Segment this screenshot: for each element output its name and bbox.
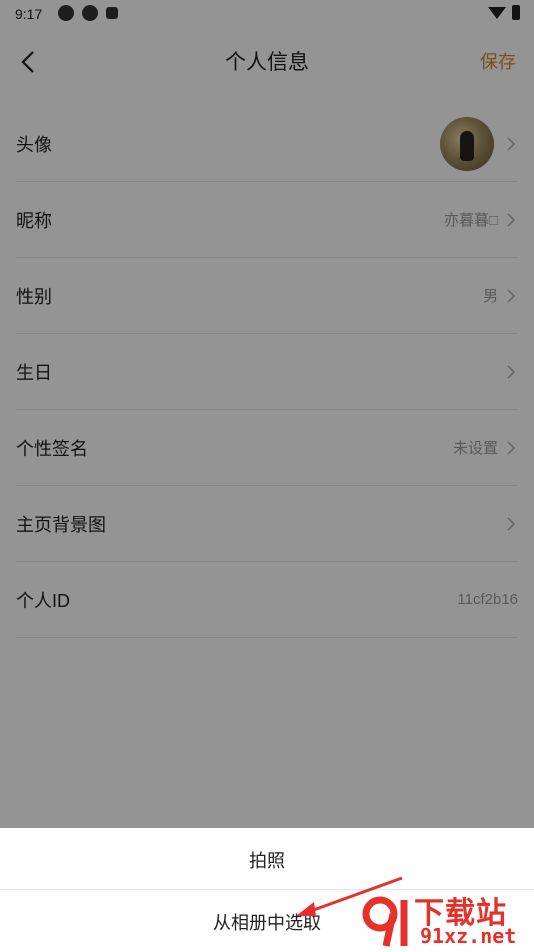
take-photo-option[interactable]: 拍照 [0,830,534,890]
watermark-logo-icon [362,896,408,947]
watermark-url: 91xz.net [420,924,517,948]
watermark: 下载站 91xz.net [360,886,534,950]
modal-overlay[interactable] [0,0,534,828]
